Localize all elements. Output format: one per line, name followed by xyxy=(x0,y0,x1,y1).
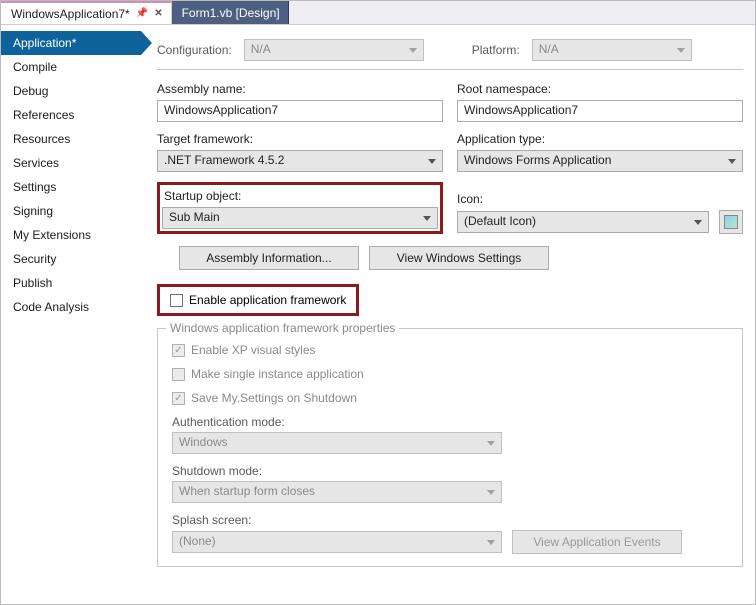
platform-label: Platform: xyxy=(472,43,520,57)
framework-properties-group: Windows application framework properties… xyxy=(157,328,743,567)
enable-framework-label: Enable application framework xyxy=(189,293,346,307)
sidebar-item-signing[interactable]: Signing xyxy=(1,199,141,223)
startup-object-highlight: Startup object: Sub Main xyxy=(157,182,443,234)
xp-styles-label: Enable XP visual styles xyxy=(191,343,316,357)
enable-application-framework-checkbox[interactable]: Enable application framework xyxy=(170,293,346,307)
assembly-name-label: Assembly name: xyxy=(157,82,443,96)
close-icon[interactable]: ✕ xyxy=(154,8,162,19)
view-application-events-button: View Application Events xyxy=(512,530,682,554)
configuration-dropdown: N/A xyxy=(244,39,424,61)
pin-icon[interactable]: 📌 xyxy=(136,8,148,19)
assembly-name-input[interactable]: WindowsApplication7 xyxy=(157,100,443,122)
checkbox-icon: ✓ xyxy=(172,392,185,405)
app-icon xyxy=(724,215,738,229)
configuration-label: Configuration: xyxy=(157,43,232,57)
target-framework-label: Target framework: xyxy=(157,132,443,146)
sidebar-item-resources[interactable]: Resources xyxy=(1,127,141,151)
main-panel: Configuration: N/A Platform: N/A Assembl… xyxy=(141,25,755,604)
tab-bar: WindowsApplication7* 📌 ✕ Form1.vb [Desig… xyxy=(1,1,755,25)
checkbox-icon xyxy=(172,368,185,381)
sidebar-item-publish[interactable]: Publish xyxy=(1,271,141,295)
application-type-dropdown[interactable]: Windows Forms Application xyxy=(457,150,743,172)
shutdown-mode-dropdown: When startup form closes xyxy=(172,481,502,503)
checkbox-icon xyxy=(170,294,183,307)
shutdown-mode-label: Shutdown mode: xyxy=(172,464,728,478)
application-type-label: Application type: xyxy=(457,132,743,146)
tab-label: Form1.vb [Design] xyxy=(182,6,280,20)
icon-preview-button[interactable] xyxy=(719,210,743,234)
startup-object-dropdown[interactable]: Sub Main xyxy=(162,207,438,229)
sidebar-item-my-extensions[interactable]: My Extensions xyxy=(1,223,141,247)
sidebar-item-compile[interactable]: Compile xyxy=(1,55,141,79)
framework-group-legend: Windows application framework properties xyxy=(166,321,399,335)
icon-dropdown[interactable]: (Default Icon) xyxy=(457,211,709,233)
assembly-information-button[interactable]: Assembly Information... xyxy=(179,246,359,270)
sidebar-item-code-analysis[interactable]: Code Analysis xyxy=(1,295,141,319)
root-namespace-input[interactable]: WindowsApplication7 xyxy=(457,100,743,122)
sidebar-item-references[interactable]: References xyxy=(1,103,141,127)
enable-xp-styles-checkbox: ✓ Enable XP visual styles xyxy=(172,343,728,357)
enable-framework-highlight: Enable application framework xyxy=(157,284,359,316)
platform-dropdown: N/A xyxy=(532,39,692,61)
checkbox-icon: ✓ xyxy=(172,344,185,357)
view-windows-settings-button[interactable]: View Windows Settings xyxy=(369,246,549,270)
auth-mode-label: Authentication mode: xyxy=(172,415,728,429)
sidebar-item-services[interactable]: Services xyxy=(1,151,141,175)
root-namespace-label: Root namespace: xyxy=(457,82,743,96)
tab-project-properties[interactable]: WindowsApplication7* 📌 ✕ xyxy=(1,1,172,24)
separator xyxy=(157,69,743,70)
sidebar-item-debug[interactable]: Debug xyxy=(1,79,141,103)
save-settings-label: Save My.Settings on Shutdown xyxy=(191,391,357,405)
single-instance-checkbox: Make single instance application xyxy=(172,367,728,381)
target-framework-dropdown[interactable]: .NET Framework 4.5.2 xyxy=(157,150,443,172)
tab-label: WindowsApplication7* xyxy=(11,7,130,21)
tab-form-designer[interactable]: Form1.vb [Design] xyxy=(172,1,289,24)
auth-mode-dropdown: Windows xyxy=(172,432,502,454)
sidebar-item-security[interactable]: Security xyxy=(1,247,141,271)
sidebar-item-application[interactable]: Application* xyxy=(1,31,141,55)
single-instance-label: Make single instance application xyxy=(191,367,364,381)
icon-label: Icon: xyxy=(457,192,743,206)
save-settings-checkbox: ✓ Save My.Settings on Shutdown xyxy=(172,391,728,405)
content-area: Application* Compile Debug References Re… xyxy=(1,25,755,604)
sidebar: Application* Compile Debug References Re… xyxy=(1,25,141,604)
splash-screen-label: Splash screen: xyxy=(172,513,728,527)
sidebar-item-settings[interactable]: Settings xyxy=(1,175,141,199)
splash-screen-dropdown: (None) xyxy=(172,531,502,553)
startup-object-label: Startup object: xyxy=(164,189,438,203)
